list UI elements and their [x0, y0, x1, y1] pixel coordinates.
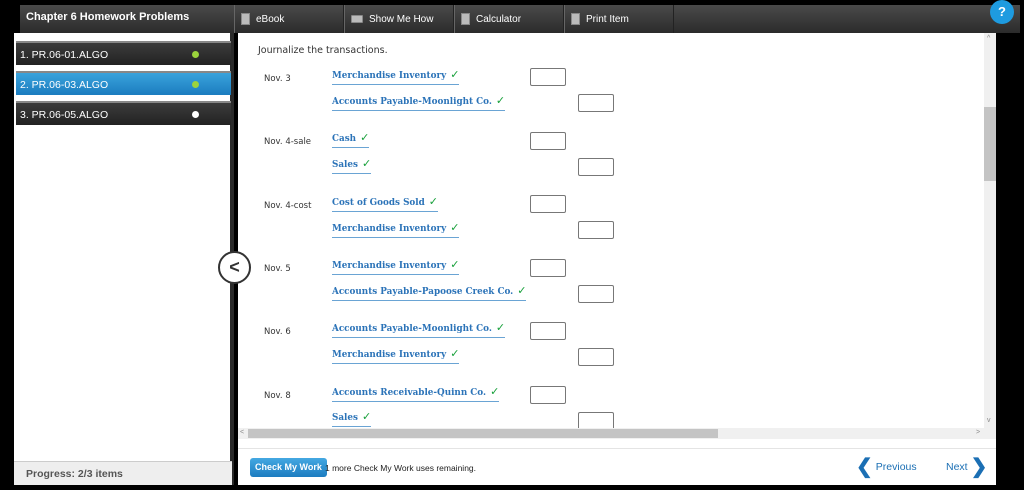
check-icon: ✓: [495, 321, 506, 334]
print-item-button[interactable]: Print Item: [564, 5, 674, 33]
credit-amount-input[interactable]: [578, 348, 614, 366]
check-my-work-button[interactable]: Check My Work: [250, 458, 327, 477]
debit-account[interactable]: Merchandise Inventory ✓: [332, 68, 460, 85]
sidebar-item-pr-06-05[interactable]: 3. PR.06-05.ALGO: [16, 101, 231, 125]
debit-amount-input[interactable]: [530, 195, 566, 213]
scroll-left-icon[interactable]: <: [240, 429, 244, 436]
debit-amount-input[interactable]: [530, 386, 566, 404]
debit-account[interactable]: Cost of Goods Sold ✓: [332, 195, 439, 212]
next-label: Next: [946, 461, 968, 473]
check-icon: ✓: [450, 258, 460, 271]
check-icon: ✓: [361, 410, 372, 423]
entry-date: Nov. 6: [264, 327, 291, 337]
entry-date: Nov. 5: [264, 264, 291, 274]
check-icon: ✓: [361, 157, 372, 170]
check-icon: ✓: [517, 284, 527, 297]
calculator-button[interactable]: Calculator: [454, 5, 564, 33]
chapter-title: Chapter 6 Homework Problems: [26, 11, 190, 23]
credit-amount-input[interactable]: [578, 221, 614, 239]
chevron-right-icon: ❯: [970, 456, 988, 478]
check-icon: ✓: [450, 347, 460, 360]
headset-icon[interactable]: ?: [990, 0, 1014, 24]
debit-account[interactable]: Cash ✓: [332, 131, 370, 148]
credit-account[interactable]: Merchandise Inventory ✓: [332, 347, 460, 364]
check-icon: ✓: [450, 221, 460, 234]
debit-account[interactable]: Accounts Receivable-Quinn Co. ✓: [332, 385, 500, 402]
next-button[interactable]: Next ❯: [946, 456, 988, 478]
debit-account[interactable]: Merchandise Inventory ✓: [332, 258, 460, 275]
previous-button[interactable]: ❮ Previous: [856, 456, 917, 478]
scroll-thumb[interactable]: [248, 429, 718, 438]
app-window: Chapter 6 Homework Problems eBook Show M…: [0, 0, 1024, 490]
journal-area: Journalize the transactions. Nov. 3 Merc…: [238, 33, 986, 428]
credit-amount-input[interactable]: [578, 94, 614, 112]
video-icon: [351, 15, 363, 23]
check-icon: ✓: [360, 131, 370, 144]
collapse-sidebar-button[interactable]: <: [218, 251, 251, 284]
status-dot-icon: [192, 51, 199, 58]
status-dot-icon: [192, 111, 199, 118]
check-icon: ✓: [490, 385, 500, 398]
progress-bar: Progress: 2/3 items: [14, 461, 232, 485]
sidebar-item-label: 3. PR.06-05.ALGO: [20, 109, 109, 121]
credit-account[interactable]: Sales ✓: [332, 410, 372, 427]
sidebar: 1. PR.06-01.ALGO 2. PR.06-03.ALGO 3. PR.…: [14, 33, 234, 485]
check-icon: ✓: [450, 68, 460, 81]
scroll-thumb[interactable]: [984, 107, 996, 181]
show-me-how-label: Show Me How: [369, 13, 434, 25]
calculator-label: Calculator: [476, 13, 522, 25]
debit-account[interactable]: Accounts Payable-Moonlight Co. ✓: [332, 321, 506, 338]
scroll-right-icon[interactable]: >: [976, 429, 980, 436]
entry-date: Nov. 8: [264, 391, 291, 401]
horizontal-scrollbar[interactable]: < >: [238, 428, 996, 439]
credit-amount-input[interactable]: [578, 412, 614, 428]
top-header: Chapter 6 Homework Problems eBook Show M…: [20, 5, 1020, 33]
status-dot-icon: [192, 81, 199, 88]
entry-date: Nov. 3: [264, 74, 291, 84]
print-item-label: Print Item: [586, 13, 629, 25]
sidebar-item-label: 1. PR.06-01.ALGO: [20, 49, 109, 61]
check-icon: ✓: [495, 94, 506, 107]
show-me-how-button[interactable]: Show Me How: [344, 5, 454, 33]
credit-account[interactable]: Accounts Payable-Moonlight Co. ✓: [332, 94, 506, 111]
entry-date: Nov. 4-sale: [264, 137, 312, 147]
print-icon: [571, 13, 580, 25]
footer-bar: Check My Work 1 more Check My Work uses …: [238, 448, 996, 485]
debit-amount-input[interactable]: [530, 322, 566, 340]
debit-amount-input[interactable]: [530, 132, 566, 150]
instruction-text: Journalize the transactions.: [258, 45, 388, 56]
credit-account[interactable]: Merchandise Inventory ✓: [332, 221, 460, 238]
scroll-down-icon[interactable]: v: [987, 417, 991, 424]
credit-account[interactable]: Sales ✓: [332, 157, 372, 174]
credit-amount-input[interactable]: [578, 158, 614, 176]
scroll-up-icon[interactable]: ^: [987, 35, 990, 42]
credit-account[interactable]: Accounts Payable-Papoose Creek Co. ✓: [332, 284, 527, 301]
chevron-left-icon: <: [229, 257, 240, 277]
previous-label: Previous: [875, 461, 917, 473]
check-icon: ✓: [428, 195, 439, 208]
entry-date: Nov. 4-cost: [264, 201, 312, 211]
debit-amount-input[interactable]: [530, 68, 566, 86]
remaining-checks-text: 1 more Check My Work uses remaining.: [325, 463, 477, 473]
sidebar-item-pr-06-01[interactable]: 1. PR.06-01.ALGO: [16, 41, 231, 65]
sidebar-item-pr-06-03[interactable]: 2. PR.06-03.ALGO: [16, 71, 231, 95]
main-content: Journalize the transactions. Nov. 3 Merc…: [238, 33, 996, 485]
ebook-button[interactable]: eBook: [234, 5, 344, 33]
vertical-scrollbar[interactable]: ^ v: [984, 33, 996, 428]
debit-amount-input[interactable]: [530, 259, 566, 277]
sidebar-item-label: 2. PR.06-03.ALGO: [20, 79, 109, 91]
progress-text: Progress: 2/3 items: [26, 468, 123, 480]
credit-amount-input[interactable]: [578, 285, 614, 303]
book-icon: [241, 13, 250, 25]
chevron-left-icon: ❮: [856, 456, 873, 478]
ebook-label: eBook: [256, 13, 285, 25]
calculator-icon: [461, 13, 470, 25]
